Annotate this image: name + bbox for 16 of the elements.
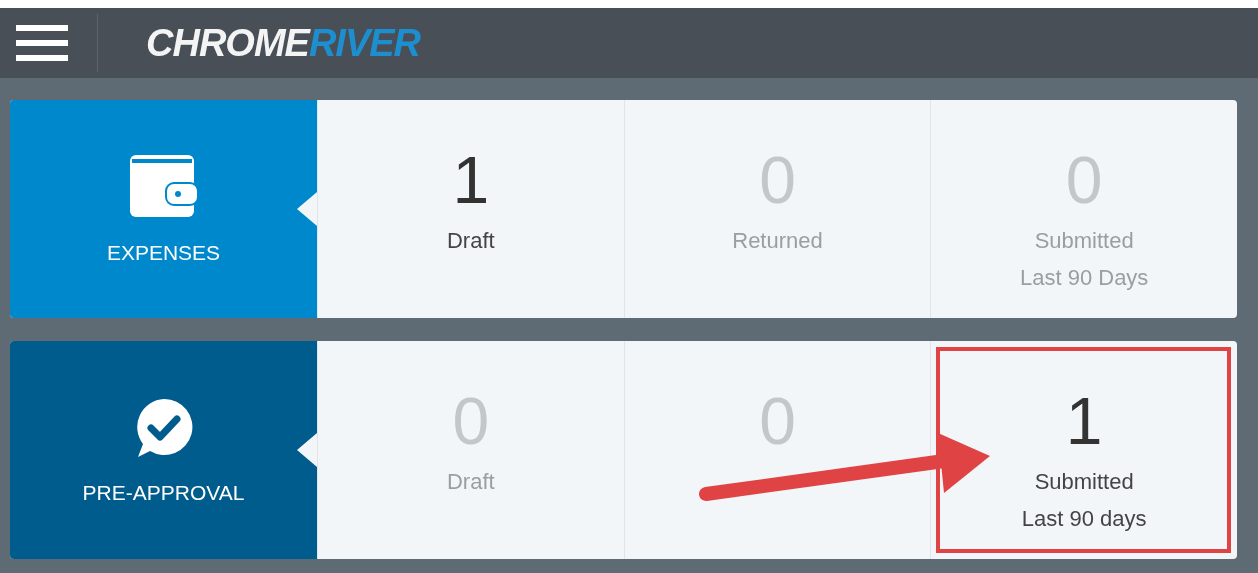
stat-label: Draft — [447, 468, 495, 496]
section-tile[interactable]: EXPENSES — [10, 100, 317, 318]
stat-label: Returned — [732, 227, 823, 255]
wallet-icon — [127, 153, 200, 219]
stat-tile[interactable]: 1 Draft — [317, 100, 624, 318]
section-tile[interactable]: PRE-APPROVAL — [10, 341, 317, 559]
stat-count: 1 — [452, 142, 490, 218]
pointer-notch — [297, 192, 317, 226]
stat-label: Draft — [447, 227, 495, 255]
stat-count: 1 — [1065, 383, 1103, 459]
stat-tile[interactable]: 1 Submitted Last 90 days — [930, 341, 1237, 559]
menu-icon[interactable] — [16, 25, 68, 61]
pointer-notch — [297, 433, 317, 467]
stat-label: Submitted Last 90 Days — [1019, 227, 1149, 292]
stat-label: Submitted Last 90 days — [1021, 468, 1147, 533]
logo: CHROMERIVER — [146, 21, 421, 65]
